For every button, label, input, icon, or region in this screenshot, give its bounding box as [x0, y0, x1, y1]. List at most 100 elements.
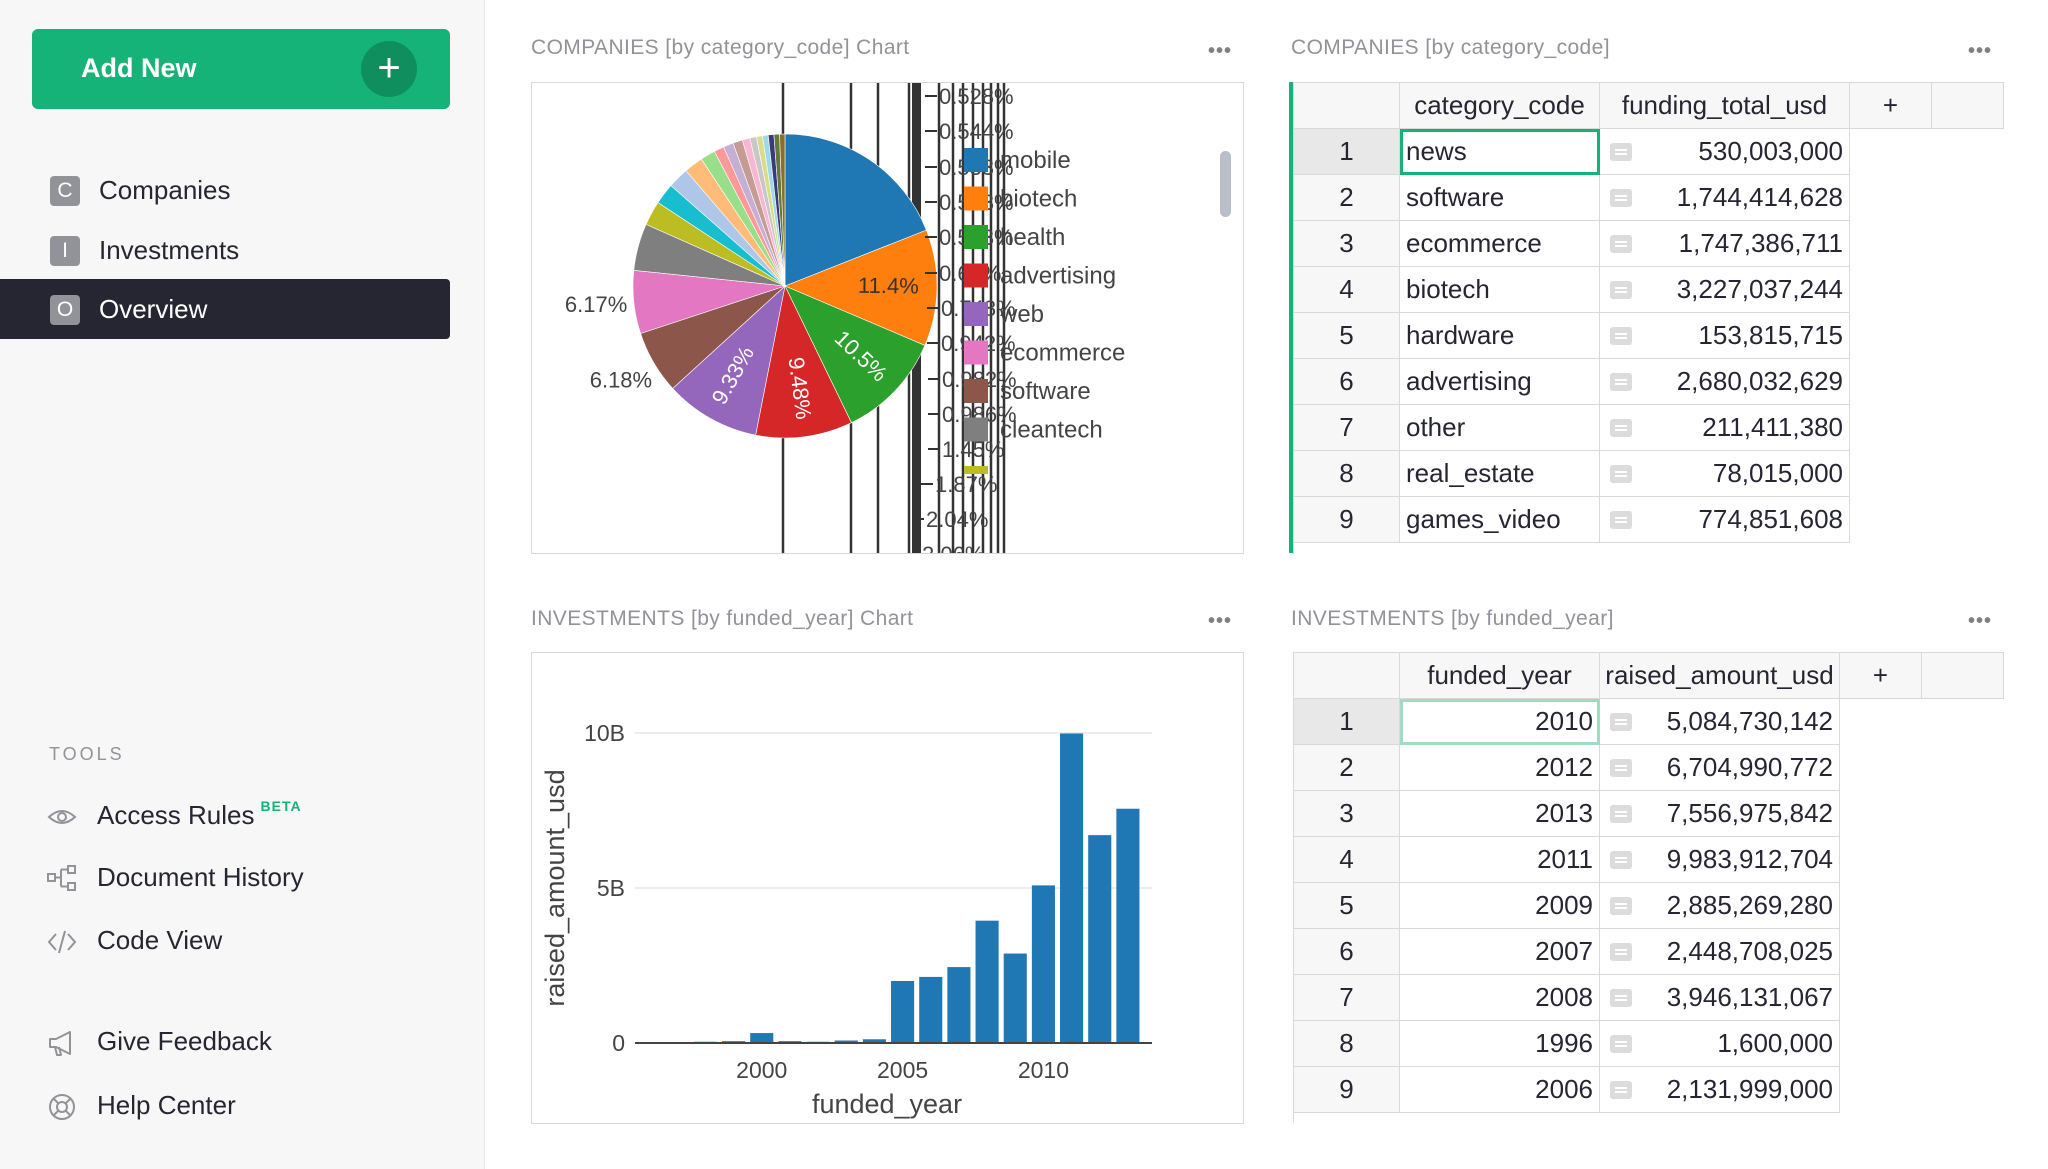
bar-2010[interactable] [1031, 885, 1055, 1043]
legend-swatch[interactable] [964, 225, 988, 249]
page-item-companies[interactable]: C Companies [0, 160, 450, 220]
raised-amount-usd-cell[interactable]: 2,885,269,280 [1600, 883, 1840, 929]
funding-total-usd-cell[interactable]: 1,744,414,628 [1600, 175, 1850, 221]
legend-swatch[interactable] [964, 340, 988, 365]
give-feedback-link[interactable]: Give Feedback [0, 1014, 450, 1070]
row-number[interactable]: 9 [1294, 497, 1400, 543]
funded-year-cell[interactable]: 2010 [1400, 699, 1600, 745]
bar-2009[interactable] [1003, 953, 1027, 1043]
add-new-button[interactable]: Add New + [32, 29, 450, 109]
raised-amount-usd-cell[interactable]: 1,600,000 [1600, 1021, 1840, 1067]
raised-amount-usd-cell[interactable]: 9,983,912,704 [1600, 837, 1840, 883]
legend-swatch[interactable] [964, 417, 988, 442]
funded-year-cell[interactable]: 2008 [1400, 975, 1600, 1021]
funding-total-usd-cell[interactable]: 78,015,000 [1600, 451, 1850, 497]
category-code-cell[interactable]: news [1400, 129, 1600, 175]
row-number[interactable]: 3 [1294, 791, 1400, 837]
legend-item-advertising[interactable]: advertising [1000, 263, 1116, 290]
companies-table-menu-icon[interactable]: ••• [1963, 41, 1997, 64]
funded-year-cell[interactable]: 2009 [1400, 883, 1600, 929]
funding-total-usd-cell[interactable]: 530,003,000 [1600, 129, 1850, 175]
legend-swatch[interactable] [964, 148, 988, 172]
legend-swatch[interactable] [964, 379, 988, 403]
funded-year-cell[interactable]: 2011 [1400, 837, 1600, 883]
legend-item-health[interactable]: health [1000, 224, 1065, 251]
funding-total-usd-cell[interactable]: 211,411,380 [1600, 405, 1850, 451]
column-header-raised-amount-usd[interactable]: raised_amount_usd [1600, 653, 1840, 699]
page-item-overview[interactable]: O Overview [0, 279, 450, 339]
row-number[interactable]: 4 [1294, 267, 1400, 313]
investments-table-menu-icon[interactable]: ••• [1963, 611, 1997, 634]
tool-document-history[interactable]: Document History [0, 850, 450, 906]
page-item-investments[interactable]: I Investments [0, 220, 450, 280]
raised-amount-usd-cell[interactable]: 3,946,131,067 [1600, 975, 1840, 1021]
funded-year-cell[interactable]: 1996 [1400, 1021, 1600, 1067]
column-header-funded-year[interactable]: funded_year [1400, 653, 1600, 699]
funded-year-cell[interactable]: 2007 [1400, 929, 1600, 975]
bar-section-menu-icon[interactable]: ••• [1203, 611, 1237, 634]
legend-item-software[interactable]: software [1000, 378, 1091, 405]
funded-year-cell[interactable]: 2013 [1400, 791, 1600, 837]
funded-year-cell[interactable]: 2006 [1400, 1067, 1600, 1113]
raised-amount-usd-cell[interactable]: 2,131,999,000 [1600, 1067, 1840, 1113]
funding-total-usd-cell[interactable]: 2,680,032,629 [1600, 359, 1850, 405]
category-code-cell[interactable]: ecommerce [1400, 221, 1600, 267]
funding-total-usd-cell[interactable]: 153,815,715 [1600, 313, 1850, 359]
bar-2008[interactable] [975, 920, 999, 1043]
row-number[interactable]: 2 [1294, 175, 1400, 221]
funding-total-usd-cell[interactable]: 3,227,037,244 [1600, 267, 1850, 313]
pie-section-menu-icon[interactable]: ••• [1203, 41, 1237, 64]
row-number[interactable]: 1 [1294, 699, 1400, 745]
row-number[interactable]: 1 [1294, 129, 1400, 175]
bar-2006[interactable] [919, 976, 943, 1043]
legend-item-web[interactable]: web [999, 301, 1044, 328]
row-number[interactable]: 7 [1294, 975, 1400, 1021]
legend-swatch[interactable] [964, 186, 988, 211]
raised-amount-usd-cell[interactable]: 5,084,730,142 [1600, 699, 1840, 745]
category-code-cell[interactable]: software [1400, 175, 1600, 221]
row-number[interactable]: 9 [1294, 1067, 1400, 1113]
add-column-button[interactable]: + [1840, 653, 1922, 699]
help-center-link[interactable]: Help Center [0, 1078, 450, 1134]
category-code-cell[interactable]: biotech [1400, 267, 1600, 313]
row-number[interactable]: 5 [1294, 313, 1400, 359]
raised-amount-usd-cell[interactable]: 2,448,708,025 [1600, 929, 1840, 975]
bar-2007[interactable] [947, 967, 971, 1043]
row-number[interactable]: 8 [1294, 1021, 1400, 1067]
category-code-cell[interactable]: real_estate [1400, 451, 1600, 497]
category-code-cell[interactable]: hardware [1400, 313, 1600, 359]
bar-2013[interactable] [1116, 808, 1140, 1043]
column-header-funding-total-usd[interactable]: funding_total_usd [1600, 83, 1850, 129]
funding-total-usd-cell[interactable]: 774,851,608 [1600, 497, 1850, 543]
row-number[interactable]: 7 [1294, 405, 1400, 451]
tool-access-rules[interactable]: Access Rules BETA [0, 788, 450, 844]
row-number[interactable]: 6 [1294, 359, 1400, 405]
legend-item-ecommerce[interactable]: ecommerce [1000, 340, 1125, 367]
row-number[interactable]: 2 [1294, 745, 1400, 791]
bar-2000[interactable] [750, 1033, 774, 1043]
bar-2011[interactable] [1060, 733, 1084, 1043]
row-number[interactable]: 3 [1294, 221, 1400, 267]
row-number[interactable]: 8 [1294, 451, 1400, 497]
bar-2012[interactable] [1088, 835, 1112, 1043]
raised-amount-usd-cell[interactable]: 7,556,975,842 [1600, 791, 1840, 837]
category-code-cell[interactable]: other [1400, 405, 1600, 451]
legend-swatch[interactable] [964, 302, 988, 326]
raised-amount-usd-cell[interactable]: 6,704,990,772 [1600, 745, 1840, 791]
legend-scrollbar[interactable] [1220, 151, 1231, 217]
funding-total-usd-cell[interactable]: 1,747,386,711 [1600, 221, 1850, 267]
add-column-button[interactable]: + [1850, 83, 1932, 129]
row-number[interactable]: 6 [1294, 929, 1400, 975]
legend-item-biotech[interactable]: biotech [1000, 186, 1077, 213]
legend-swatch[interactable] [964, 263, 988, 288]
bar-2005[interactable] [891, 981, 915, 1043]
column-header-category-code[interactable]: category_code [1400, 83, 1600, 129]
row-number[interactable]: 5 [1294, 883, 1400, 929]
category-code-cell[interactable]: games_video [1400, 497, 1600, 543]
funded-year-cell[interactable]: 2012 [1400, 745, 1600, 791]
row-number[interactable]: 4 [1294, 837, 1400, 883]
category-code-cell[interactable]: advertising [1400, 359, 1600, 405]
tool-code-view[interactable]: Code View [0, 913, 450, 969]
legend-item-mobile[interactable]: mobile [1000, 147, 1071, 174]
legend-item-cleantech[interactable]: cleantech [1000, 417, 1103, 444]
